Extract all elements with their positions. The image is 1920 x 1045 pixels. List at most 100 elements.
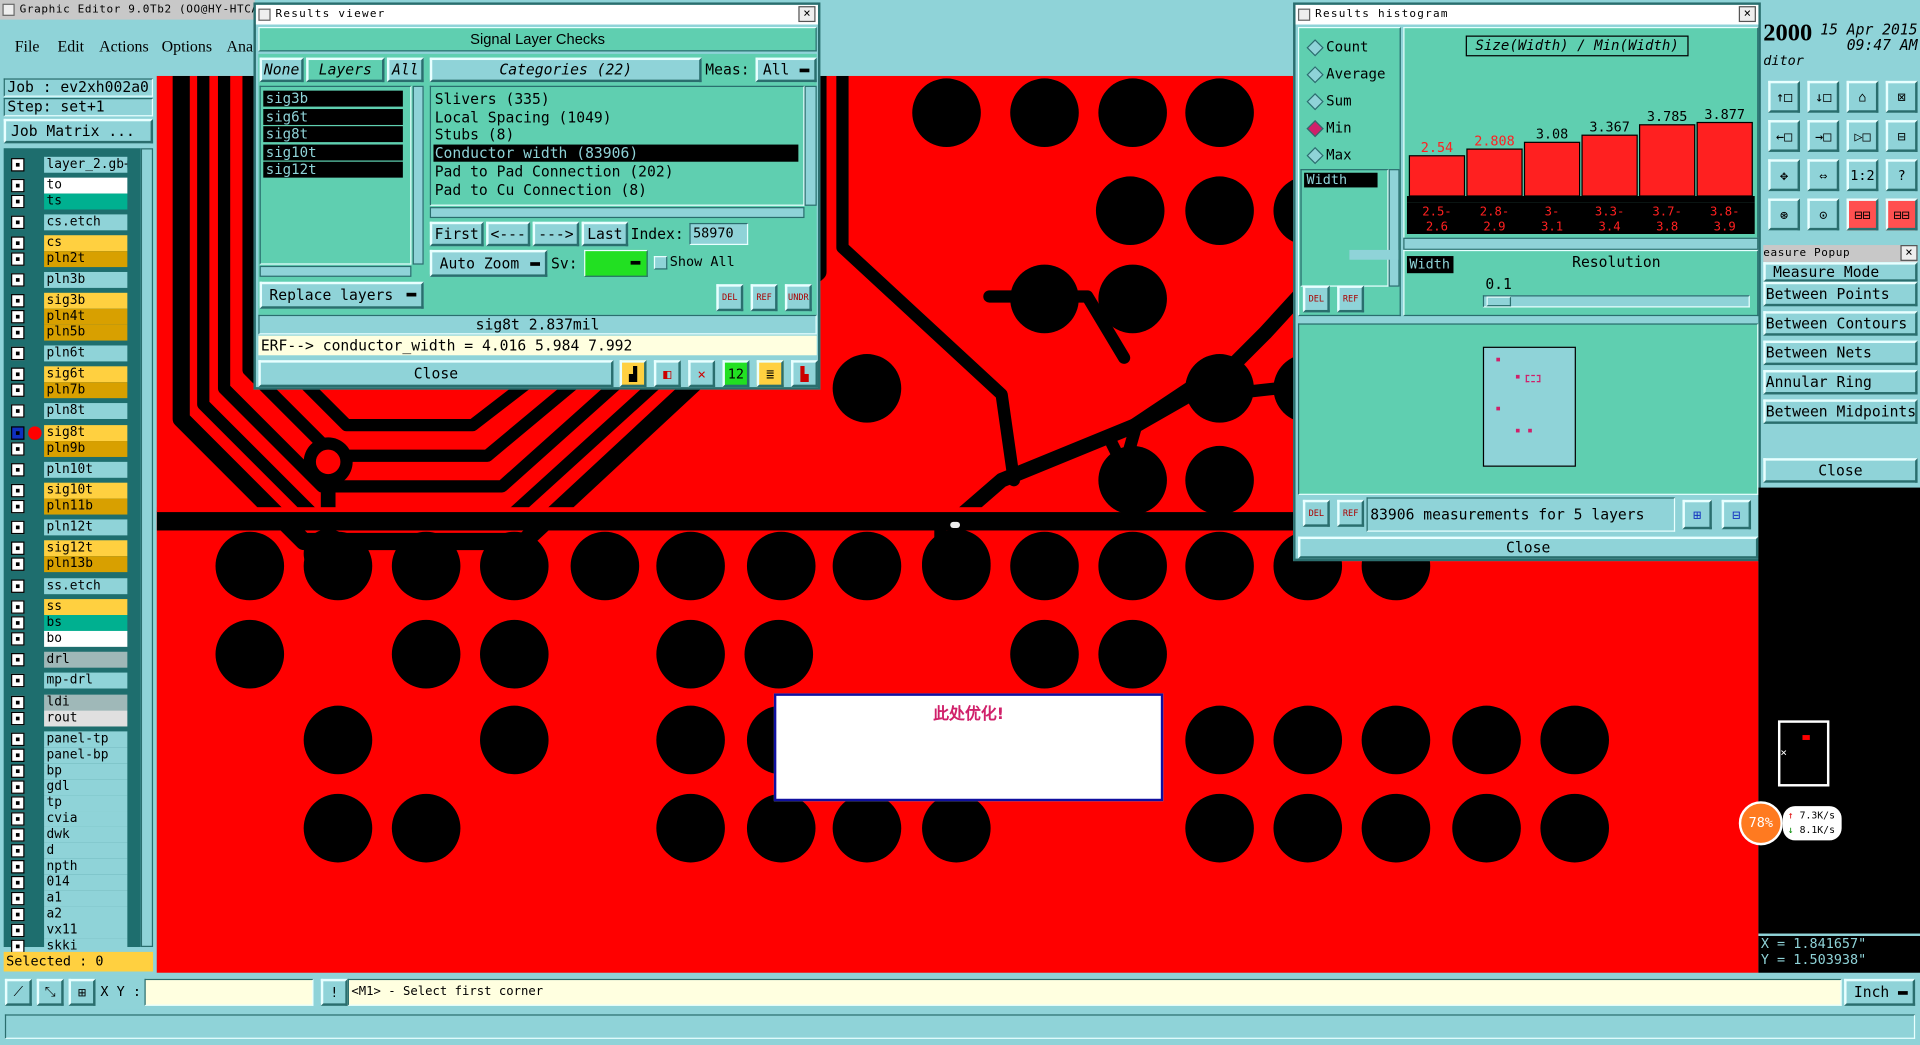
- layer-row[interactable]: bs: [10, 615, 128, 631]
- layer-row[interactable]: pln3b: [10, 271, 128, 288]
- grid-tool-icon[interactable]: ⊞: [68, 978, 96, 1006]
- report-icon[interactable]: ⊟: [1721, 499, 1752, 530]
- layer-checkbox[interactable]: [11, 711, 25, 726]
- layer-row[interactable]: pln2t: [10, 251, 128, 268]
- layer-checkbox[interactable]: [11, 404, 25, 418]
- layer-row[interactable]: gdl: [10, 779, 128, 796]
- layer-checkbox[interactable]: [11, 923, 25, 938]
- layer-checkbox[interactable]: [11, 796, 25, 810]
- layer-row[interactable]: pln10t: [10, 461, 128, 478]
- layer-checkbox[interactable]: [11, 652, 25, 667]
- layer-row[interactable]: tp: [10, 795, 128, 812]
- layer-checkbox[interactable]: [11, 346, 25, 361]
- layer-row[interactable]: a1: [10, 890, 128, 907]
- radio-icon[interactable]: [1306, 146, 1324, 165]
- category-item[interactable]: Conductor width (83906): [433, 144, 799, 162]
- layer-checkbox[interactable]: [11, 367, 25, 382]
- categories-scrollbar[interactable]: [804, 85, 817, 206]
- radio-icon[interactable]: [1306, 66, 1324, 84]
- resolution-slider[interactable]: [1482, 295, 1750, 308]
- layer-row[interactable]: 014: [10, 874, 128, 891]
- close-icon[interactable]: ×: [1900, 245, 1918, 261]
- layer-row[interactable]: cvia: [10, 811, 128, 827]
- layer-list-scrollbar[interactable]: [140, 148, 154, 948]
- cross-icon[interactable]: ✕: [688, 360, 716, 388]
- layer-checkbox[interactable]: [11, 812, 25, 826]
- layer-row[interactable]: pln7b: [10, 382, 128, 399]
- layer-checkbox[interactable]: [11, 236, 25, 250]
- result-layer-item[interactable]: sig3b: [263, 90, 403, 107]
- network-meter-gauge[interactable]: 78%: [1738, 801, 1783, 846]
- layer-checkbox[interactable]: [11, 215, 25, 230]
- layer-checkbox[interactable]: [11, 828, 25, 842]
- results-close-button[interactable]: Close: [258, 360, 614, 388]
- result-layer-item[interactable]: sig12t: [263, 161, 403, 178]
- menu-file[interactable]: File: [15, 37, 40, 57]
- histogram-bar[interactable]: [1638, 124, 1696, 197]
- layer-checkbox[interactable]: [11, 844, 25, 858]
- layer-row[interactable]: drl: [10, 651, 128, 668]
- menu-edit[interactable]: Edit: [58, 37, 85, 57]
- layer-list-scrollbar[interactable]: [412, 85, 424, 265]
- category-item[interactable]: Pad to Cu Connection (8): [433, 181, 798, 198]
- layer-row[interactable]: ss.etch: [10, 578, 128, 595]
- layer-row[interactable]: pln11b: [10, 498, 128, 515]
- toolbar-icon-0[interactable]: ↑□: [1768, 80, 1801, 113]
- info-icon[interactable]: !: [320, 978, 348, 1006]
- measure-mode-4[interactable]: Annular Ring: [1763, 369, 1918, 395]
- layer-checkbox[interactable]: [11, 673, 25, 688]
- layer-selection-list[interactable]: sig3b sig6t sig8t sig10t sig12t: [259, 85, 412, 265]
- layer-row[interactable]: pln6t: [10, 345, 128, 362]
- categories-button[interactable]: Categories (22): [429, 57, 702, 83]
- radio-icon[interactable]: [1306, 119, 1324, 138]
- layer-row[interactable]: mp-drl: [10, 672, 128, 689]
- layers-button[interactable]: Layers: [306, 57, 385, 83]
- layer-row[interactable]: panel-bp: [10, 747, 128, 764]
- job-matrix-button[interactable]: Job Matrix ...: [3, 118, 154, 144]
- toolbar-icon-15[interactable]: ⊟⊟: [1885, 198, 1918, 231]
- sv-color-select[interactable]: [584, 249, 648, 277]
- layer-row[interactable]: to: [10, 177, 128, 194]
- categories-hscroll[interactable]: [429, 207, 805, 219]
- layer-list-hscroll[interactable]: [259, 265, 412, 277]
- toolbar-icon-5[interactable]: →□: [1807, 120, 1840, 152]
- toolbar-icon-10[interactable]: 1:2: [1846, 159, 1879, 192]
- histogram-icon[interactable]: ▙: [791, 360, 818, 388]
- first-button[interactable]: First: [429, 221, 484, 247]
- toolbar-icon-9[interactable]: ⇔: [1807, 159, 1840, 192]
- close-icon[interactable]: ×: [798, 6, 816, 23]
- field-width[interactable]: Width: [1304, 172, 1378, 188]
- histogram-titlebar[interactable]: Results histogram: [1295, 4, 1759, 25]
- menu-analysis[interactable]: Ana: [227, 37, 254, 57]
- measure-mode-1[interactable]: Between Points: [1763, 281, 1918, 307]
- toolbar-icon-2[interactable]: ⌂: [1846, 80, 1879, 113]
- stat-option-max[interactable]: Max: [1306, 146, 1400, 166]
- toolbar-icon-7[interactable]: ⊟: [1885, 120, 1918, 152]
- layer-row[interactable]: pln5b: [10, 324, 128, 341]
- menu-actions[interactable]: Actions: [99, 37, 149, 57]
- layer-row[interactable]: ldi: [10, 694, 128, 711]
- layer-checkbox[interactable]: [11, 294, 25, 308]
- layer-row[interactable]: sig8t: [10, 425, 128, 442]
- measure-tool-icon[interactable]: ⟋: [4, 978, 32, 1006]
- width-box[interactable]: Width: [1406, 256, 1454, 274]
- layer-row[interactable]: pln9b: [10, 441, 128, 457]
- chart-hscroll[interactable]: [1403, 237, 1759, 250]
- histogram-bar[interactable]: [1466, 148, 1523, 197]
- layer-row[interactable]: vx11: [10, 922, 128, 939]
- layer-row[interactable]: cs: [10, 235, 128, 252]
- close-icon[interactable]: ×: [1738, 6, 1756, 23]
- toolbar-icon-14[interactable]: ⊟⊟: [1846, 198, 1879, 231]
- layer-checkbox[interactable]: [11, 309, 25, 324]
- menu-options[interactable]: Options: [162, 37, 212, 57]
- results-viewer-titlebar[interactable]: Results viewer: [255, 4, 818, 25]
- layer-row[interactable]: npth: [10, 858, 128, 875]
- toolbar-icon-3[interactable]: ⊠: [1885, 80, 1918, 113]
- number-icon[interactable]: 12: [722, 360, 750, 388]
- layer-checkbox[interactable]: [11, 579, 25, 593]
- measure-mode-0[interactable]: Measure Mode: [1763, 262, 1918, 282]
- layer-row[interactable]: sig12t: [10, 540, 128, 557]
- meas-select[interactable]: All: [755, 57, 817, 83]
- layer-checkbox[interactable]: [11, 907, 25, 922]
- measure-mode-2[interactable]: Between Contours: [1763, 311, 1918, 336]
